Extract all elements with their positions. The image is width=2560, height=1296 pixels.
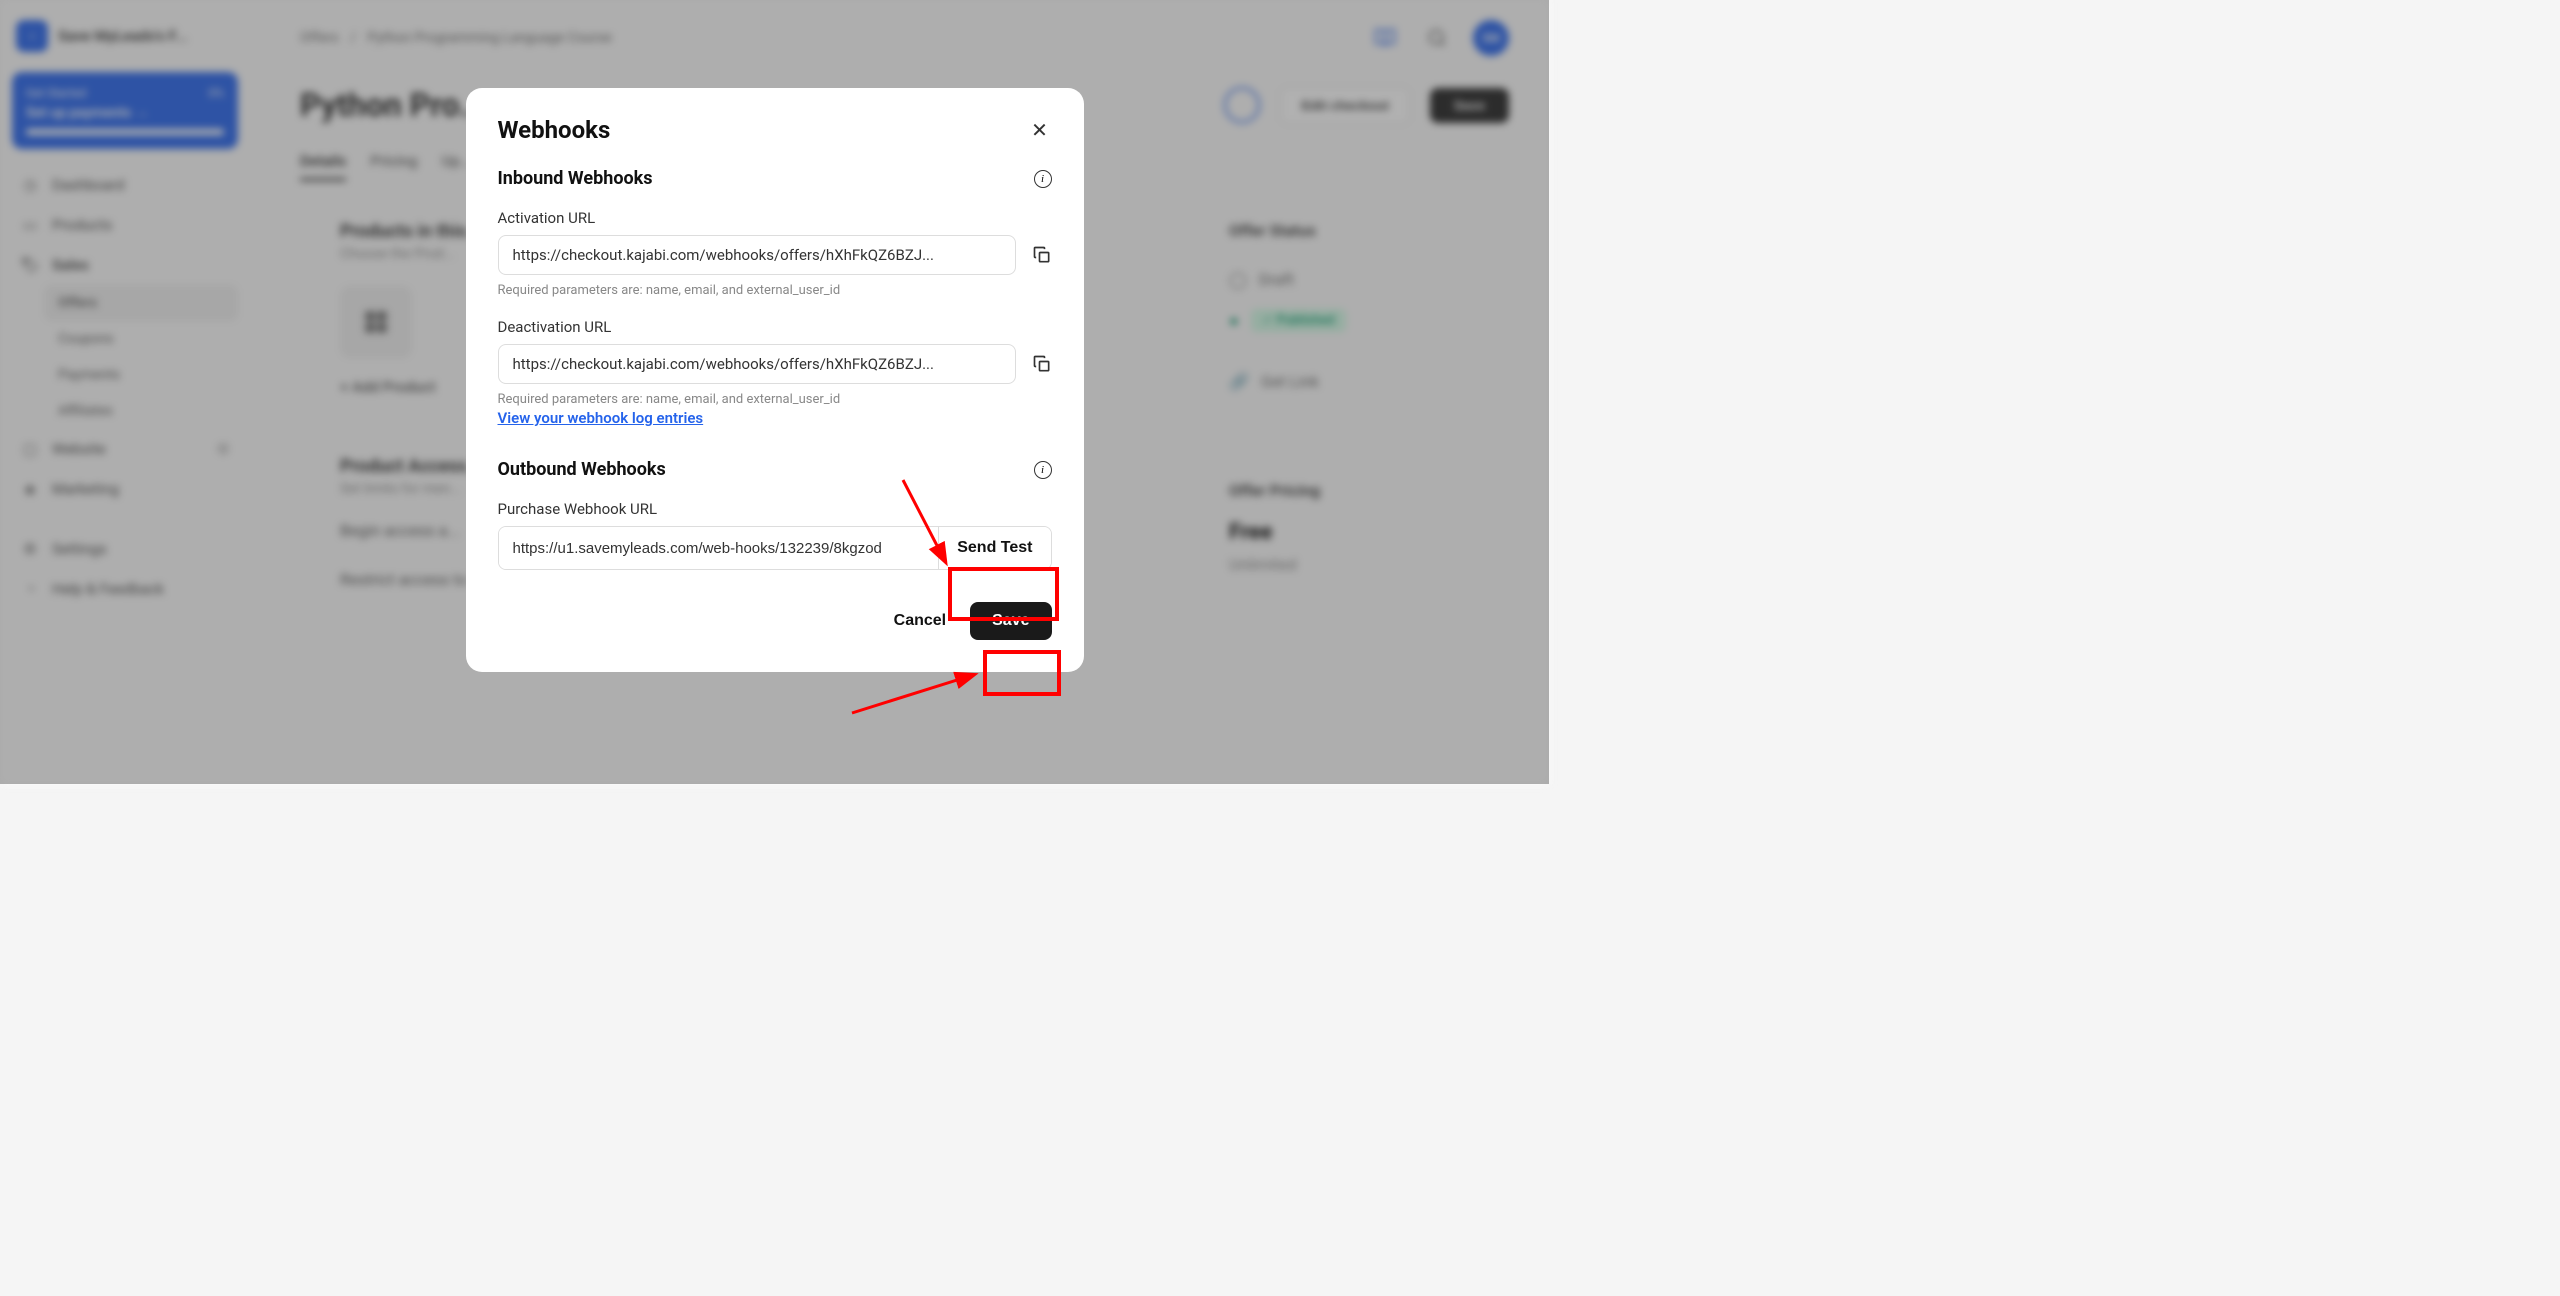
view-log-link[interactable]: View your webhook log entries: [498, 409, 704, 427]
activation-label: Activation URL: [498, 209, 1052, 227]
info-icon[interactable]: i: [1034, 170, 1052, 188]
outbound-title: Outbound Webhooks: [498, 459, 666, 480]
deactivation-url-row: https://checkout.kajabi.com/webhooks/off…: [498, 344, 1052, 384]
inbound-section-header: Inbound Webhooks i: [498, 168, 1052, 189]
outbound-section-header: Outbound Webhooks i: [498, 459, 1052, 480]
copy-deactivation-button[interactable]: [1032, 354, 1052, 374]
webhooks-modal: Webhooks ✕ Inbound Webhooks i Activation…: [466, 88, 1084, 672]
save-button[interactable]: Save: [970, 602, 1051, 640]
cancel-button[interactable]: Cancel: [894, 612, 946, 630]
modal-footer: Cancel Save: [498, 602, 1052, 640]
purchase-input-row: Send Test: [498, 526, 1052, 570]
deactivation-url-input[interactable]: https://checkout.kajabi.com/webhooks/off…: [498, 344, 1016, 384]
deactivation-label: Deactivation URL: [498, 318, 1052, 336]
purchase-label: Purchase Webhook URL: [498, 500, 1052, 518]
deactivation-field-group: Deactivation URL https://checkout.kajabi…: [498, 318, 1052, 427]
copy-activation-button[interactable]: [1032, 245, 1052, 265]
modal-title: Webhooks: [498, 116, 611, 144]
close-icon: ✕: [1031, 118, 1048, 142]
outbound-section: Outbound Webhooks i Purchase Webhook URL…: [498, 459, 1052, 570]
activation-field-group: Activation URL https://checkout.kajabi.c…: [498, 209, 1052, 298]
close-button[interactable]: ✕: [1028, 118, 1052, 142]
deactivation-help-text: Required parameters are: name, email, an…: [498, 392, 1052, 407]
info-icon[interactable]: i: [1034, 461, 1052, 479]
activation-help-text: Required parameters are: name, email, an…: [498, 283, 1052, 298]
inbound-title: Inbound Webhooks: [498, 168, 653, 189]
modal-header: Webhooks ✕: [498, 116, 1052, 144]
purchase-field-group: Purchase Webhook URL Send Test: [498, 500, 1052, 570]
purchase-url-input[interactable]: [499, 527, 939, 569]
send-test-button[interactable]: Send Test: [938, 527, 1050, 569]
activation-url-row: https://checkout.kajabi.com/webhooks/off…: [498, 235, 1052, 275]
activation-url-input[interactable]: https://checkout.kajabi.com/webhooks/off…: [498, 235, 1016, 275]
